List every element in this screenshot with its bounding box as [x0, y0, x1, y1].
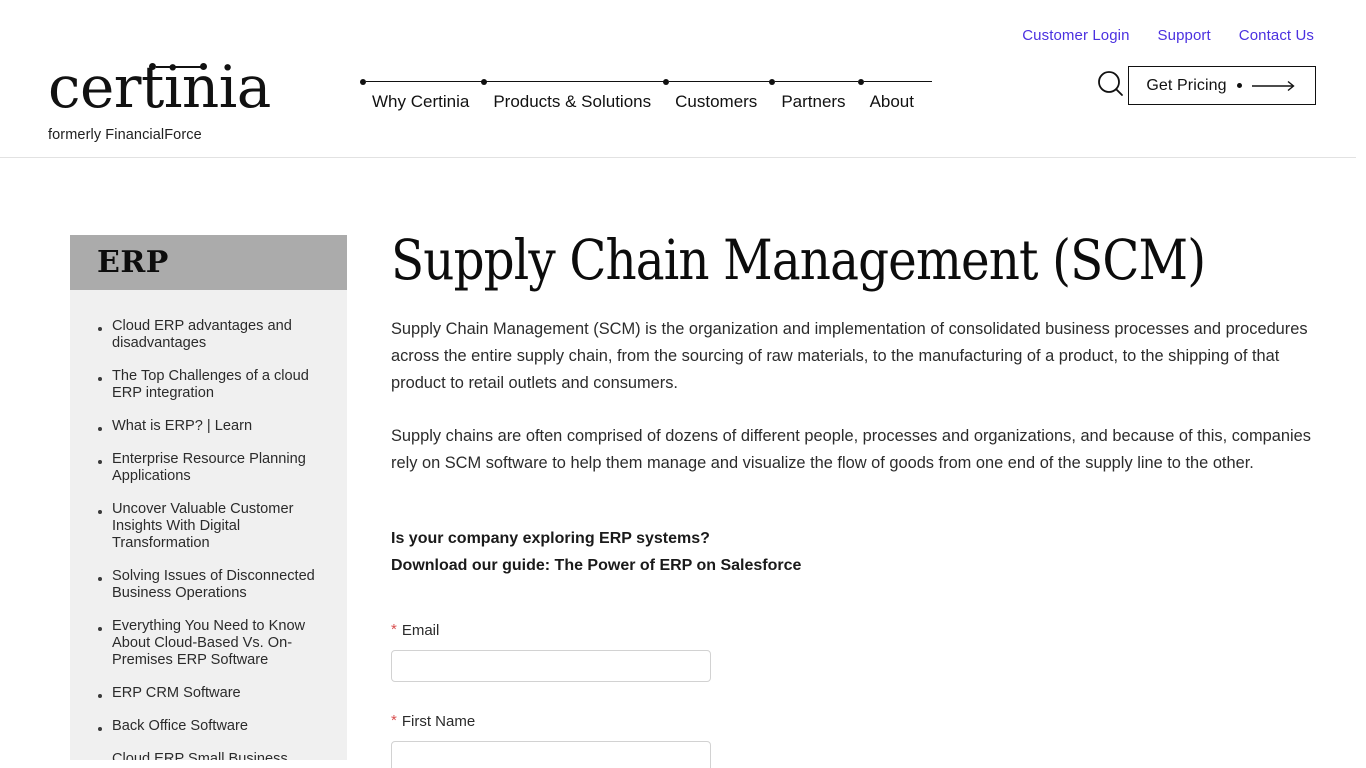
nav-item-customers[interactable]: Customers	[663, 72, 774, 114]
first-name-field[interactable]	[391, 741, 711, 768]
sidebar-item-customer-insights[interactable]: Uncover Valuable Customer Insights With …	[112, 501, 327, 552]
page-body: ERP Cloud ERP advantages and disadvantag…	[0, 158, 1366, 768]
sidebar-header: ERP	[70, 235, 347, 290]
get-pricing-button[interactable]: Get Pricing	[1128, 66, 1316, 105]
logo-tagline: formerly FinancialForce	[48, 127, 202, 143]
nav-decoration-icon	[360, 78, 488, 85]
list-item: Cloud ERP advantages and disadvantages	[90, 318, 327, 352]
logo-dot-right-icon	[200, 63, 207, 70]
required-asterisk-icon: *	[391, 621, 397, 638]
sidebar-item-what-is-erp[interactable]: What is ERP? | Learn	[112, 418, 327, 435]
nav-decoration-icon	[769, 78, 859, 85]
customer-login-link[interactable]: Customer Login	[1022, 25, 1129, 47]
support-link[interactable]: Support	[1158, 25, 1211, 47]
list-item: Enterprise Resource Planning Application…	[90, 451, 327, 485]
intro-paragraph-2: Supply chains are often comprised of doz…	[391, 427, 1311, 472]
sidebar-title: ERP	[97, 244, 169, 280]
list-item: The Top Challenges of a cloud ERP integr…	[90, 368, 327, 402]
promo-block: Is your company exploring ERP systems? D…	[391, 525, 1316, 579]
contact-us-link[interactable]: Contact Us	[1239, 25, 1314, 47]
logo-overline-mark	[156, 66, 202, 68]
list-item: Uncover Valuable Customer Insights With …	[90, 501, 327, 552]
form-field-email: * Email	[391, 621, 1316, 682]
arrow-right-icon	[1251, 80, 1295, 91]
promo-heading-line-2: Download our guide: The Power of ERP on …	[391, 557, 802, 574]
main-content: Supply Chain Management (SCM) Supply Cha…	[391, 230, 1316, 768]
intro-paragraph-1: Supply Chain Management (SCM) is the org…	[391, 320, 1308, 392]
list-item: Solving Issues of Disconnected Business …	[90, 568, 327, 602]
list-item: Cloud ERP Small Business	[90, 751, 327, 760]
list-item: Everything You Need to Know About Cloud-…	[90, 618, 327, 669]
nav-item-products-solutions[interactable]: Products & Solutions	[481, 72, 667, 114]
sidebar-item-disconnected-operations[interactable]: Solving Issues of Disconnected Business …	[112, 568, 327, 602]
nav-decoration-icon	[857, 78, 932, 85]
first-name-label-text: First Name	[401, 713, 476, 730]
nav-label-why-certinia: Why Certinia	[372, 92, 470, 111]
sidebar-item-back-office-software[interactable]: Back Office Software	[112, 718, 327, 735]
get-pricing-label: Get Pricing	[1146, 76, 1227, 94]
utility-nav: Customer Login Support Contact Us	[1022, 25, 1314, 47]
first-name-label: * First Name	[391, 712, 1316, 732]
sidebar-panel: Cloud ERP advantages and disadvantages T…	[70, 290, 347, 760]
form-field-first-name: * First Name	[391, 712, 1316, 768]
nav-label-products-solutions: Products & Solutions	[493, 92, 652, 111]
nav-label-customers: Customers	[675, 92, 758, 111]
search-icon[interactable]	[1094, 68, 1128, 102]
sidebar-item-cloud-erp-advantages[interactable]: Cloud ERP advantages and disadvantages	[112, 318, 327, 352]
sidebar-item-erp-crm-software[interactable]: ERP CRM Software	[112, 685, 327, 702]
nav-decoration-icon	[481, 78, 667, 85]
main-navigation: Why Certinia Products & Solutions Custom…	[360, 72, 932, 114]
sidebar-item-top-challenges[interactable]: The Top Challenges of a cloud ERP integr…	[112, 368, 327, 402]
sidebar-item-erp-applications[interactable]: Enterprise Resource Planning Application…	[112, 451, 327, 485]
list-item: What is ERP? | Learn	[90, 418, 327, 435]
list-item: ERP CRM Software	[90, 685, 327, 702]
email-label-text: Email	[401, 622, 440, 639]
logo-wordmark: certinia	[48, 58, 275, 116]
required-asterisk-icon: *	[391, 712, 397, 729]
site-logo[interactable]: certinia formerly FinancialForce	[48, 58, 275, 144]
page-title: Supply Chain Management (SCM)	[391, 228, 1206, 292]
nav-label-about: About	[869, 92, 914, 111]
sidebar-item-cloud-erp-small-business[interactable]: Cloud ERP Small Business	[112, 751, 327, 760]
email-field[interactable]	[391, 650, 711, 682]
list-item: Back Office Software	[90, 718, 327, 735]
nav-decoration-icon	[663, 78, 774, 85]
nav-item-partners[interactable]: Partners	[769, 72, 859, 114]
sidebar-item-cloud-vs-on-premises[interactable]: Everything You Need to Know About Cloud-…	[112, 618, 327, 669]
nav-label-partners: Partners	[781, 92, 846, 111]
lead-capture-form: * Email * First Name	[391, 621, 1316, 768]
sidebar-link-list: Cloud ERP advantages and disadvantages T…	[90, 318, 327, 760]
nav-item-about[interactable]: About	[857, 72, 932, 114]
logo-wordmark-text: certinia	[48, 53, 271, 121]
bullet-dot-icon	[1236, 83, 1242, 88]
logo-dot-left-icon	[149, 63, 156, 70]
site-header: Customer Login Support Contact Us certin…	[0, 0, 1366, 158]
promo-heading-line-1: Is your company exploring ERP systems?	[391, 530, 710, 547]
email-label: * Email	[391, 621, 1316, 641]
sidebar: ERP Cloud ERP advantages and disadvantag…	[70, 235, 347, 760]
nav-item-why-certinia[interactable]: Why Certinia	[360, 72, 488, 114]
